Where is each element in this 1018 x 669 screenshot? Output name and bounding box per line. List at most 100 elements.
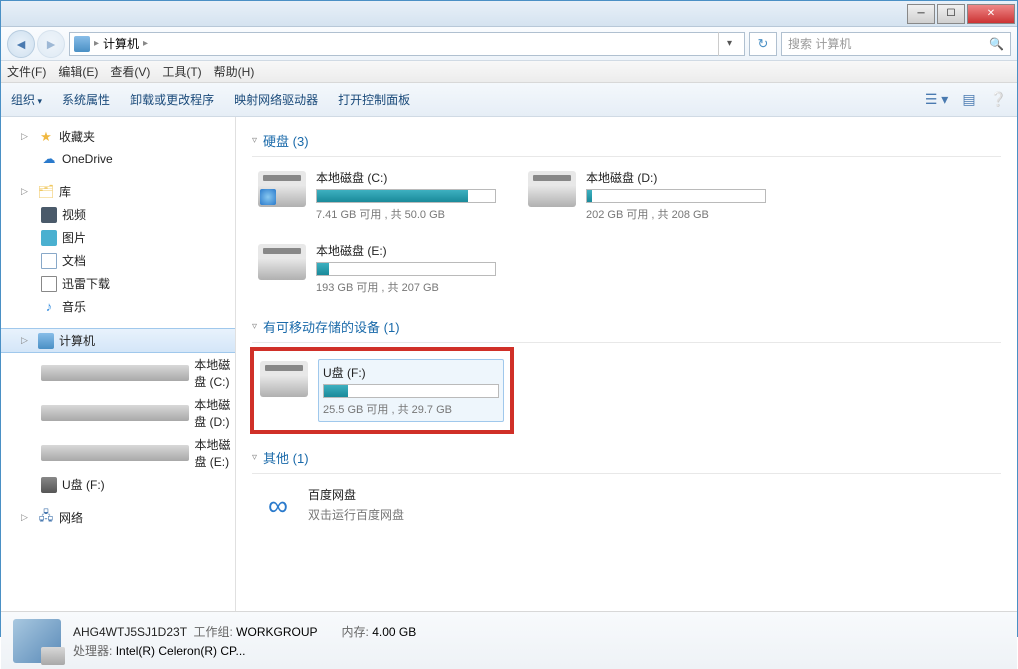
back-button[interactable]: ◄ <box>7 30 35 58</box>
drive-icon <box>528 171 576 207</box>
menu-edit[interactable]: 编辑(E) <box>58 63 98 80</box>
star-icon: ★ <box>38 129 54 145</box>
address-dropdown-button[interactable]: ▾ <box>718 32 740 56</box>
tree-label: 图片 <box>62 229 86 246</box>
drive-info: 7.41 GB 可用 , 共 50.0 GB <box>316 206 496 222</box>
cpu-value: Intel(R) Celeron(R) CP... <box>116 644 246 658</box>
map-network-drive-button[interactable]: 映射网络驱动器 <box>234 91 318 108</box>
tree-label: 收藏夹 <box>59 128 95 145</box>
collapse-icon: ▿ <box>252 452 257 463</box>
group-title: 硬盘 (3) <box>263 131 309 150</box>
preview-pane-button[interactable]: ▤ <box>962 91 975 108</box>
search-icon: 🔍 <box>989 37 1004 51</box>
tree-downloads[interactable]: 迅雷下载 <box>1 272 235 295</box>
close-button[interactable]: ✕ <box>967 4 1015 24</box>
drive-capacity-bar <box>323 384 499 398</box>
refresh-button[interactable]: ↻ <box>749 32 777 56</box>
tree-onedrive[interactable]: ☁ OneDrive <box>1 148 235 170</box>
menu-file[interactable]: 文件(F) <box>7 63 46 80</box>
memory-label: 内存: <box>342 625 369 639</box>
search-input[interactable]: 搜索 计算机 🔍 <box>781 32 1011 56</box>
tree-network[interactable]: ▷🖧网络 <box>1 506 235 529</box>
menu-view[interactable]: 查看(V) <box>110 63 150 80</box>
document-icon <box>41 253 57 269</box>
tree-computer[interactable]: ▷计算机 <box>1 328 235 353</box>
search-placeholder: 搜索 计算机 <box>788 35 851 52</box>
navigation-pane: ▷★收藏夹 ☁OneDrive ▷🗂库 视频 图片 文档 迅雷下载 ♪音乐 ▷计… <box>1 117 236 611</box>
computer-icon <box>38 333 54 349</box>
tree-documents[interactable]: 文档 <box>1 249 235 272</box>
tree-pictures[interactable]: 图片 <box>1 226 235 249</box>
minimize-button[interactable]: ─ <box>907 4 935 24</box>
help-icon[interactable]: ❔ <box>990 91 1007 108</box>
breadcrumb-sep-icon: ▸ <box>143 38 148 49</box>
details-pane: AHG4WTJ5SJ1D23T 工作组: WORKGROUP 内存: 4.00 … <box>1 611 1017 669</box>
workgroup-value: WORKGROUP <box>236 625 317 639</box>
item-name: 百度网盘 <box>308 486 496 503</box>
tree-label: 本地磁盘 (D:) <box>194 396 235 430</box>
address-bar[interactable]: ▸ 计算机 ▸ ▾ <box>69 32 745 56</box>
tree-label: 音乐 <box>62 298 86 315</box>
library-icon: 🗂 <box>38 184 54 200</box>
title-bar: ─ ☐ ✕ <box>1 1 1017 27</box>
drive-name: 本地磁盘 (C:) <box>316 169 496 186</box>
item-subtitle: 双击运行百度网盘 <box>308 506 496 523</box>
tree-label: 网络 <box>59 509 83 526</box>
tree-label: 视频 <box>62 206 86 223</box>
drive-info: 202 GB 可用 , 共 208 GB <box>586 206 766 222</box>
item-baidu-netdisk[interactable]: ∞ 百度网盘 双击运行百度网盘 <box>252 480 502 532</box>
tree-drive-c[interactable]: 本地磁盘 (C:) <box>1 353 235 393</box>
toolbar: 组织 系统属性 卸载或更改程序 映射网络驱动器 打开控制面板 ☰ ▾ ▤ ❔ <box>1 83 1017 117</box>
tree-label: 文档 <box>62 252 86 269</box>
tree-videos[interactable]: 视频 <box>1 203 235 226</box>
drive-info: 193 GB 可用 , 共 207 GB <box>316 279 496 295</box>
group-hdd-header[interactable]: ▿硬盘 (3) <box>252 125 1001 157</box>
tree-label: OneDrive <box>62 152 113 166</box>
group-title: 有可移动存储的设备 (1) <box>263 317 400 336</box>
download-icon <box>41 276 57 292</box>
nav-bar: ◄ ► ▸ 计算机 ▸ ▾ ↻ 搜索 计算机 🔍 <box>1 27 1017 61</box>
drive-c[interactable]: 本地磁盘 (C:) 7.41 GB 可用 , 共 50.0 GB <box>252 163 502 228</box>
drive-icon <box>41 405 189 421</box>
tree-label: 库 <box>59 183 71 200</box>
breadcrumb-path[interactable]: 计算机 <box>103 35 139 52</box>
drive-capacity-bar <box>316 262 496 276</box>
tree-label: U盘 (F:) <box>62 476 105 493</box>
drive-f-highlighted[interactable]: U盘 (F:) 25.5 GB 可用 , 共 29.7 GB <box>252 349 512 432</box>
content-pane: ▿硬盘 (3) 本地磁盘 (C:) 7.41 GB 可用 , 共 50.0 GB… <box>236 117 1017 611</box>
drive-capacity-bar <box>316 189 496 203</box>
tree-drive-f[interactable]: U盘 (F:) <box>1 473 235 496</box>
view-mode-button[interactable]: ☰ ▾ <box>925 91 948 108</box>
menu-tools[interactable]: 工具(T) <box>162 63 201 80</box>
menu-bar: 文件(F) 编辑(E) 查看(V) 工具(T) 帮助(H) <box>1 61 1017 83</box>
uninstall-programs-button[interactable]: 卸载或更改程序 <box>130 91 214 108</box>
drive-capacity-bar <box>586 189 766 203</box>
collapse-icon: ▿ <box>252 321 257 332</box>
tree-drive-e[interactable]: 本地磁盘 (E:) <box>1 433 235 473</box>
tree-music[interactable]: ♪音乐 <box>1 295 235 318</box>
computer-large-icon <box>13 619 61 663</box>
cloud-icon: ☁ <box>41 151 57 167</box>
drive-d[interactable]: 本地磁盘 (D:) 202 GB 可用 , 共 208 GB <box>522 163 772 228</box>
tree-favorites[interactable]: ▷★收藏夹 <box>1 125 235 148</box>
window-buttons: ─ ☐ ✕ <box>907 4 1017 24</box>
usb-icon <box>41 477 57 493</box>
group-other-header[interactable]: ▿其他 (1) <box>252 442 1001 474</box>
drive-e[interactable]: 本地磁盘 (E:) 193 GB 可用 , 共 207 GB <box>252 236 502 301</box>
video-icon <box>41 207 57 223</box>
group-removable-header[interactable]: ▿ 有可移动存储的设备 (1) <box>252 311 1001 343</box>
system-properties-button[interactable]: 系统属性 <box>62 91 110 108</box>
drive-info: 25.5 GB 可用 , 共 29.7 GB <box>323 401 499 417</box>
breadcrumb-sep-icon: ▸ <box>94 38 99 49</box>
menu-help[interactable]: 帮助(H) <box>214 63 255 80</box>
tree-drive-d[interactable]: 本地磁盘 (D:) <box>1 393 235 433</box>
forward-button[interactable]: ► <box>37 30 65 58</box>
tree-libraries[interactable]: ▷🗂库 <box>1 180 235 203</box>
maximize-button[interactable]: ☐ <box>937 4 965 24</box>
tree-label: 迅雷下载 <box>62 275 110 292</box>
open-control-panel-button[interactable]: 打开控制面板 <box>338 91 410 108</box>
drive-icon <box>258 171 306 207</box>
workgroup-label: 工作组: <box>193 625 232 639</box>
usb-drive-icon <box>260 361 308 397</box>
organize-button[interactable]: 组织 <box>11 91 42 108</box>
